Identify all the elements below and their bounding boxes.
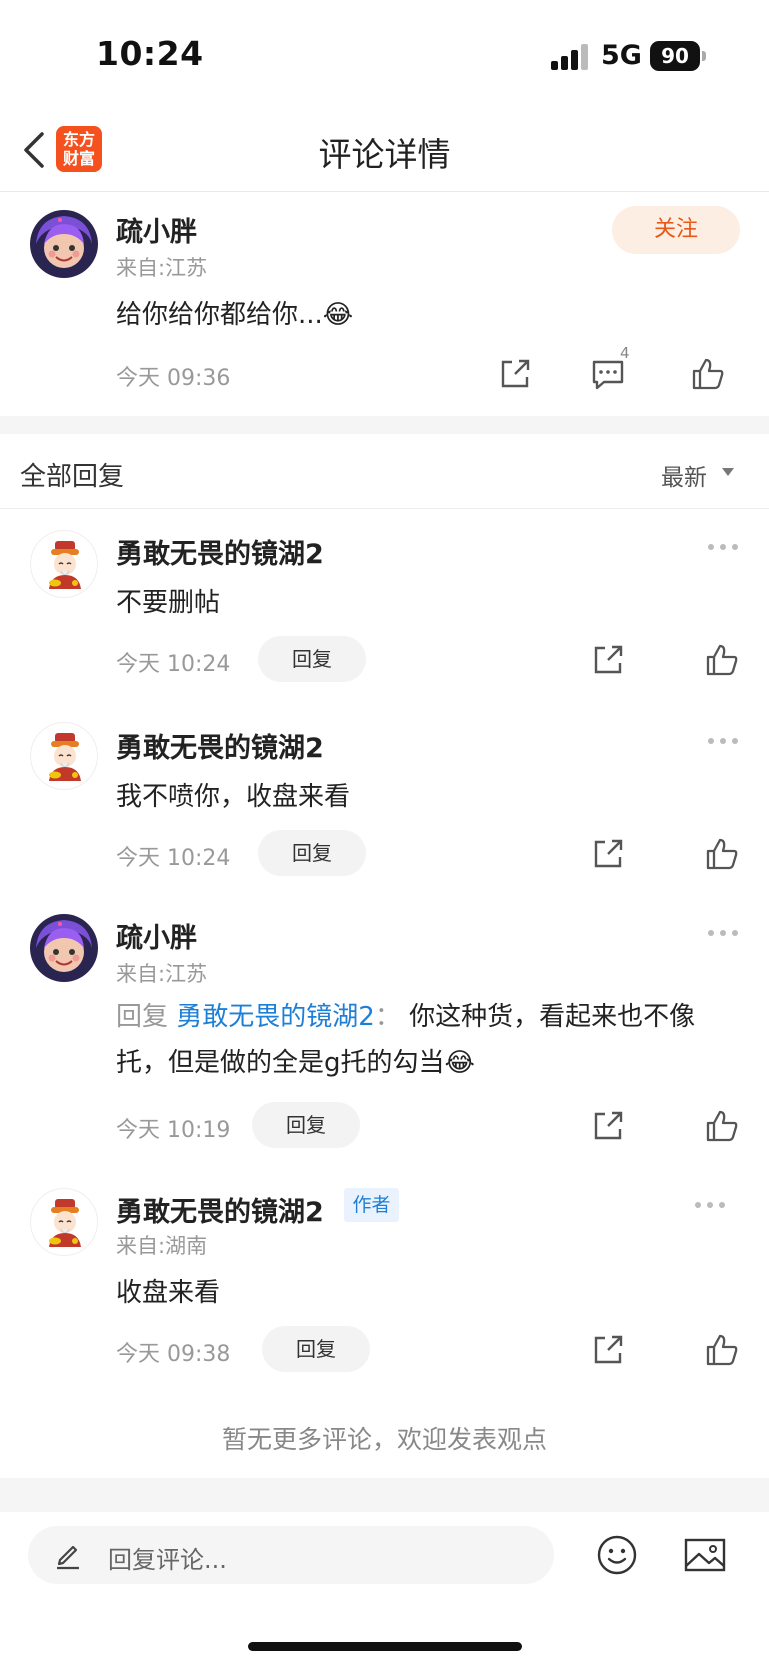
section-title: 全部回复: [20, 462, 125, 492]
like-icon[interactable]: [704, 1108, 740, 1144]
comment-count-badge: 4: [620, 344, 630, 362]
more-options-icon[interactable]: [708, 542, 740, 552]
reply-button[interactable]: 回复: [258, 636, 366, 682]
more-options-icon[interactable]: [708, 736, 740, 746]
like-icon[interactable]: [704, 642, 740, 678]
image-icon[interactable]: [683, 1536, 727, 1574]
divider: [0, 508, 769, 509]
share-icon[interactable]: [590, 1108, 626, 1144]
reply-location: 来自:湖南: [116, 1234, 208, 1258]
more-options-icon[interactable]: [708, 928, 740, 938]
battery-nub: [702, 51, 706, 61]
avatar[interactable]: [30, 530, 98, 598]
reply-location: 来自:江苏: [116, 962, 208, 986]
divider: [0, 1478, 769, 1512]
colon: ：: [374, 1002, 401, 1032]
pencil-icon: [57, 1545, 79, 1570]
battery-icon: 90: [650, 41, 700, 71]
reply-button[interactable]: 回复: [252, 1102, 360, 1148]
back-arrow-icon[interactable]: [18, 128, 58, 172]
page-title: 评论详情: [318, 135, 451, 174]
reply-text: 回复 勇敢无畏的镜湖2： 你这种货，看起来也不像托，但是做的全是g托的勾当😂: [116, 994, 736, 1086]
reply-username[interactable]: 勇敢无畏的镜湖2: [116, 726, 324, 765]
sort-dropdown[interactable]: 最新: [661, 458, 707, 492]
more-options-icon[interactable]: [695, 1200, 727, 1210]
comment-username[interactable]: 疏小胖: [116, 210, 197, 249]
reply-time: 今天 10:24: [116, 652, 231, 677]
reply-text: 我不喷你，收盘来看: [116, 782, 351, 812]
reply-input[interactable]: 回复评论...: [28, 1526, 554, 1584]
share-icon[interactable]: [590, 1332, 626, 1368]
reply-prefix: 回复: [116, 1002, 169, 1032]
reply-time: 今天 10:24: [116, 846, 231, 871]
share-icon[interactable]: [497, 356, 533, 392]
network-label: 5G: [601, 40, 642, 71]
reply-time: 今天 09:38: [116, 1342, 231, 1367]
reply-text: 收盘来看: [116, 1278, 221, 1308]
reply-username[interactable]: 疏小胖: [116, 916, 197, 955]
home-indicator: [248, 1642, 522, 1651]
like-icon[interactable]: [704, 836, 740, 872]
emoji-icon[interactable]: [596, 1534, 638, 1576]
signal-icon: [551, 44, 591, 70]
reply-input-placeholder: 回复评论...: [108, 1546, 227, 1574]
nav-header: 评论详情 东方财富: [0, 110, 769, 192]
end-of-comments-note: 暂无更多评论，欢迎发表观点: [221, 1425, 547, 1454]
comment-location: 来自:江苏: [116, 256, 208, 280]
avatar[interactable]: [30, 914, 98, 982]
mention-link[interactable]: 勇敢无畏的镜湖2: [176, 1002, 375, 1032]
like-icon[interactable]: [704, 1332, 740, 1368]
reply-time: 今天 10:19: [116, 1118, 231, 1143]
comment-time: 今天 09:36: [116, 366, 231, 391]
reply-username[interactable]: 勇敢无畏的镜湖2: [116, 1190, 324, 1229]
status-bar: 10:24 5G 90: [0, 0, 769, 110]
avatar[interactable]: [30, 1188, 98, 1256]
reply-button[interactable]: 回复: [262, 1326, 370, 1372]
comment-text: 给你给你都给你...😂: [116, 300, 354, 330]
like-icon[interactable]: [690, 356, 726, 392]
bottom-input-bar: 回复评论...: [0, 1512, 769, 1665]
reply-button[interactable]: 回复: [258, 830, 366, 876]
divider: [0, 416, 769, 434]
brand-logo: 东方财富: [56, 126, 102, 172]
reply-text: 不要删帖: [116, 588, 221, 618]
reply-username[interactable]: 勇敢无畏的镜湖2: [116, 532, 324, 571]
author-badge: 作者: [344, 1188, 399, 1222]
share-icon[interactable]: [590, 836, 626, 872]
avatar[interactable]: [30, 210, 98, 278]
status-time: 10:24: [96, 34, 204, 73]
avatar[interactable]: [30, 722, 98, 790]
caret-down-icon[interactable]: [722, 468, 734, 476]
follow-button[interactable]: 关注: [612, 206, 740, 254]
share-icon[interactable]: [590, 642, 626, 678]
